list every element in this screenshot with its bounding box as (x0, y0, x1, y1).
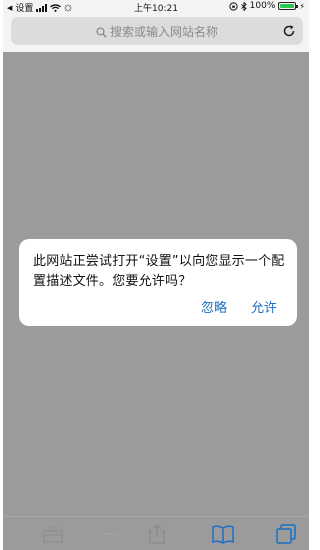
battery-percent: 100% (249, 1, 276, 11)
battery-icon (278, 2, 299, 10)
url-placeholder: 搜索或输入网站名称 (109, 25, 218, 39)
share-icon[interactable] (145, 523, 169, 545)
back-icon[interactable] (41, 523, 65, 545)
search-icon (96, 27, 107, 38)
bottom-toolbar (3, 516, 309, 550)
url-field[interactable]: 搜索或输入网站名称 (11, 23, 303, 40)
url-bar[interactable]: 搜索或输入网站名称 (11, 17, 303, 45)
bluetooth-icon (240, 1, 247, 11)
status-right: 100% ⚡ (229, 1, 305, 11)
tabs-icon[interactable] (274, 523, 298, 545)
reload-icon[interactable] (281, 23, 297, 39)
bookmarks-icon[interactable] (211, 523, 235, 545)
status-bar: ◀ 设置 上午10:21 100% ⚡ (3, 0, 309, 14)
orientation-lock-icon (229, 1, 238, 11)
forward-icon[interactable] (97, 523, 121, 545)
alert-dialog: 此网站正尝试打开“设置”以向您显示一个配置描述文件。您要允许吗？ 忽略 允许 (19, 239, 297, 326)
allow-button[interactable]: 允许 (251, 297, 277, 316)
alert-message: 此网站正尝试打开“设置”以向您显示一个配置描述文件。您要允许吗？ (33, 254, 285, 289)
ignore-button[interactable]: 忽略 (201, 297, 227, 316)
charging-icon: ⚡ (299, 1, 305, 11)
safari-nav-bar: 搜索或输入网站名称 (3, 14, 309, 52)
battery-fill (280, 4, 295, 8)
